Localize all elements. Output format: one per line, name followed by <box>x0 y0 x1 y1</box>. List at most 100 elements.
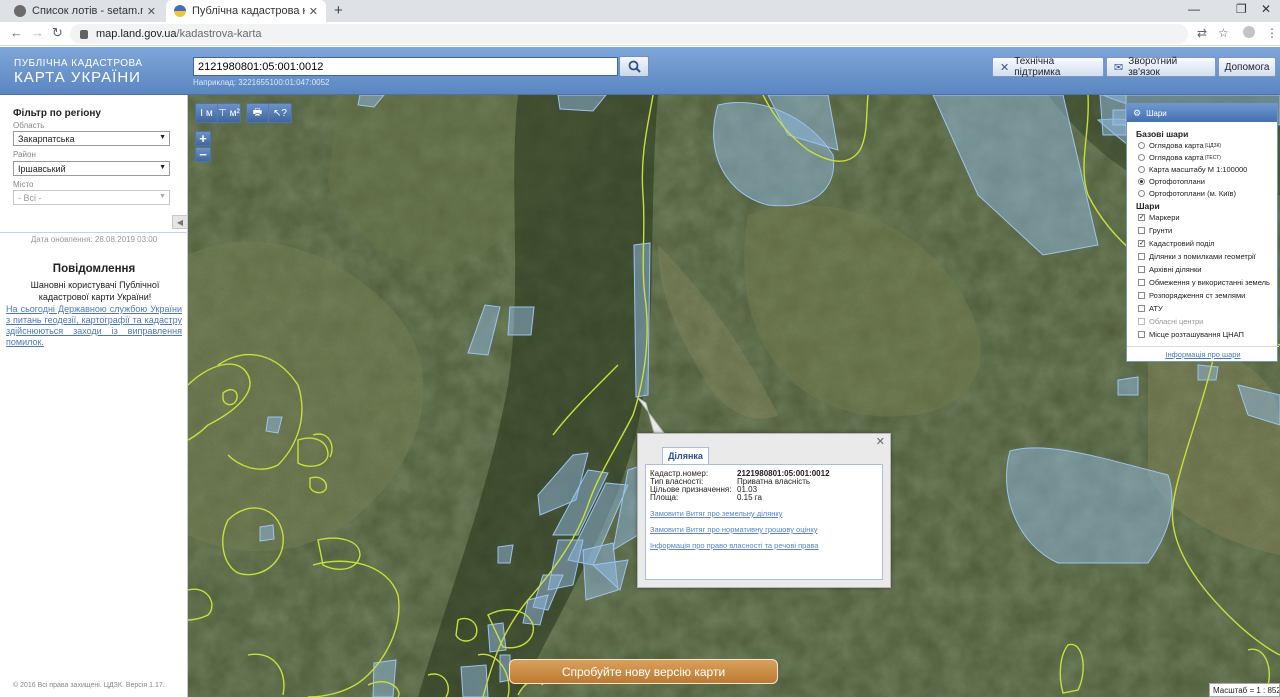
map-view[interactable]: I м ⊤ м² 🖶 ↖? + − ✕ Ділянка Кадастр.номе… <box>188 95 1280 697</box>
base-layer-orthophoto-kyiv[interactable]: Ортофотоплани (м. Київ) <box>1138 189 1236 198</box>
search-button[interactable] <box>619 56 649 77</box>
search-icon <box>628 60 641 73</box>
cadastral-search-input[interactable] <box>193 57 618 76</box>
parcel-field-area: Площа: 0.15 га <box>650 493 762 502</box>
radio-icon <box>1138 142 1145 149</box>
trident-icon <box>174 5 186 17</box>
try-new-version-button[interactable]: Спробуйте нову версію карти <box>509 659 778 684</box>
browser-tab-setam[interactable]: Список лотів - setam.net.ua ✕ <box>6 0 164 22</box>
oblast-label: Область <box>13 121 45 130</box>
forward-icon[interactable]: → <box>31 25 44 40</box>
support-button[interactable]: ✕ Технічна підтримка <box>992 56 1104 78</box>
layer-label: Карта масштабу М 1:100000 <box>1149 165 1248 174</box>
checkbox-icon <box>1138 318 1145 325</box>
field-value: 0.15 га <box>737 493 762 502</box>
zoom-out-button[interactable]: − <box>195 147 211 162</box>
checkbox-icon <box>1138 253 1145 260</box>
layer-sup: (ТЕСТ) <box>1204 154 1221 161</box>
minimize-icon[interactable]: — <box>1188 2 1200 16</box>
layer-soils[interactable]: Грунти <box>1138 226 1172 235</box>
rayon-select[interactable]: Іршавський ▼ <box>13 161 170 176</box>
filter-title: Фільтр по регіону <box>13 108 101 119</box>
left-panel: Фільтр по регіону Область Закарпатська ▼ … <box>0 95 188 697</box>
help-button[interactable]: Допомога <box>1218 57 1276 77</box>
layers-panel: ⚙ Шари Базові шари Оглядова карта (ЦДЗК) О… <box>1126 103 1279 362</box>
order-valuation-link[interactable]: Замовити Витяг про нормативну грошову оц… <box>650 525 817 534</box>
rayon-label: Район <box>13 150 36 159</box>
close-icon[interactable]: ✕ <box>876 435 885 448</box>
layer-cnap-locations[interactable]: Місце розташування ЦНАП <box>1138 330 1244 339</box>
base-layer-overview-test[interactable]: Оглядова карта (ТЕСТ) <box>1138 153 1221 162</box>
checkbox-icon <box>1138 305 1145 312</box>
chevron-down-icon: ▼ <box>159 164 166 171</box>
tools-toolbar: 🖶 ↖? <box>246 103 292 123</box>
url-path: /kadastrova-karta <box>176 28 262 40</box>
cursor-question-icon: ↖? <box>273 107 287 119</box>
close-tab-icon[interactable]: ✕ <box>147 5 156 18</box>
translate-icon[interactable]: ⇄ <box>1197 26 1207 40</box>
new-tab-icon[interactable]: + <box>334 2 343 19</box>
oblast-select[interactable]: Закарпатська ▼ <box>13 131 170 146</box>
base-layers-title: Базові шари <box>1136 129 1189 139</box>
base-layer-overview-cdzk[interactable]: Оглядова карта (ЦДЗК) <box>1138 141 1221 150</box>
browser-tab-kadastr[interactable]: Публічна кадастрова карта Укр ✕ <box>166 0 326 22</box>
layer-label: Оглядова карта <box>1149 153 1204 162</box>
print-button[interactable]: 🖶 <box>247 104 269 122</box>
city-select[interactable]: - Всі - ▼ <box>13 190 170 205</box>
layer-cadastral-division[interactable]: ✓ Кадастровий поділ <box>1138 239 1215 248</box>
layer-label: Кадастровий поділ <box>1149 239 1215 248</box>
ownership-info-link[interactable]: Інформація про право власності та речові… <box>650 541 819 550</box>
city-value: - Всі - <box>18 192 42 203</box>
close-tab-icon[interactable]: ✕ <box>309 5 318 18</box>
collapse-panel-button[interactable]: ◀ <box>172 215 188 229</box>
measure-distance-button[interactable]: I м <box>196 104 218 122</box>
update-date: Дата оновлення: 28.08.2019 03:00 <box>0 232 188 244</box>
layer-label: Грунти <box>1149 226 1173 235</box>
layer-label: Архівні ділянки <box>1149 265 1202 274</box>
message-link[interactable]: На сьогодні Державною службою України з … <box>6 304 182 348</box>
layer-label: Ділянки з помилками геометрії <box>1149 252 1256 261</box>
checkbox-icon <box>1138 227 1145 234</box>
layer-label: Оглядова карта <box>1149 141 1204 150</box>
oblast-value: Закарпатська <box>18 133 75 144</box>
profile-avatar-icon[interactable] <box>1243 26 1255 38</box>
layer-atu[interactable]: АТУ <box>1138 304 1163 313</box>
order-extract-link[interactable]: Замовити Витяг про земельну ділянку <box>650 509 783 518</box>
reload-icon[interactable]: ↻ <box>52 25 63 41</box>
layer-land-orders[interactable]: Розпорядження ст землями <box>1138 291 1245 300</box>
app-window: Список лотів - setam.net.ua ✕ Публічна к… <box>0 0 1280 697</box>
layer-label: АТУ <box>1149 304 1163 313</box>
message-body: Шановні користувачі Публічної кадастрово… <box>30 280 160 302</box>
tools-icon: ✕ <box>1000 61 1010 74</box>
base-layer-map-100000[interactable]: Карта масштабу М 1:100000 <box>1138 165 1247 174</box>
layers-title: Шари <box>1146 108 1167 118</box>
layer-regional-centers[interactable]: Обласні центри <box>1138 317 1203 326</box>
layer-archive-parcels[interactable]: Архівні ділянки <box>1138 265 1201 274</box>
zoom-in-button[interactable]: + <box>195 131 211 146</box>
back-icon[interactable]: ← <box>10 25 23 40</box>
bookmark-star-icon[interactable]: ☆ <box>1218 26 1229 40</box>
layer-geometry-errors[interactable]: Ділянки з помилками геометрії <box>1138 252 1256 261</box>
layers-info-link[interactable]: Інформація про шари <box>1127 346 1279 359</box>
tab-parcel[interactable]: Ділянка <box>662 447 709 464</box>
gear-icon: ⚙ <box>1133 107 1142 118</box>
chevron-down-icon: ▼ <box>159 134 166 141</box>
layer-land-restrictions[interactable]: Обмеження у використанні земель <box>1138 278 1270 287</box>
measure-area-button[interactable]: ⊤ м² <box>218 104 240 122</box>
close-window-icon[interactable]: ✕ <box>1261 2 1271 16</box>
logo-line-2: КАРТА УКРАЇНИ <box>14 69 141 86</box>
layer-markers[interactable]: ✓ Маркери <box>1138 213 1180 222</box>
maximize-icon[interactable]: ❐ <box>1236 2 1247 16</box>
layers-header[interactable]: ⚙ Шари <box>1127 104 1277 122</box>
menu-dots-icon[interactable]: ⋮ <box>1266 26 1278 40</box>
measure-line-icon: I м <box>200 107 213 119</box>
copyright: © 2016 Всі права захищені. ЦДЗК. Версія … <box>13 682 165 689</box>
layer-label: Обмеження у використанні земель <box>1149 278 1270 287</box>
url-field[interactable]: map.land.gov.ua/kadastrova-karta <box>70 24 1188 44</box>
layer-label: Ортофотоплани (м. Київ) <box>1149 189 1237 198</box>
feedback-button[interactable]: ✉ Зворотний зв'язок <box>1106 56 1216 78</box>
identify-button[interactable]: ↖? <box>269 104 291 122</box>
base-layer-orthophoto[interactable]: Ортофотоплани <box>1138 177 1205 186</box>
radio-selected-icon <box>1138 178 1145 185</box>
checkbox-checked-icon: ✓ <box>1138 240 1145 247</box>
